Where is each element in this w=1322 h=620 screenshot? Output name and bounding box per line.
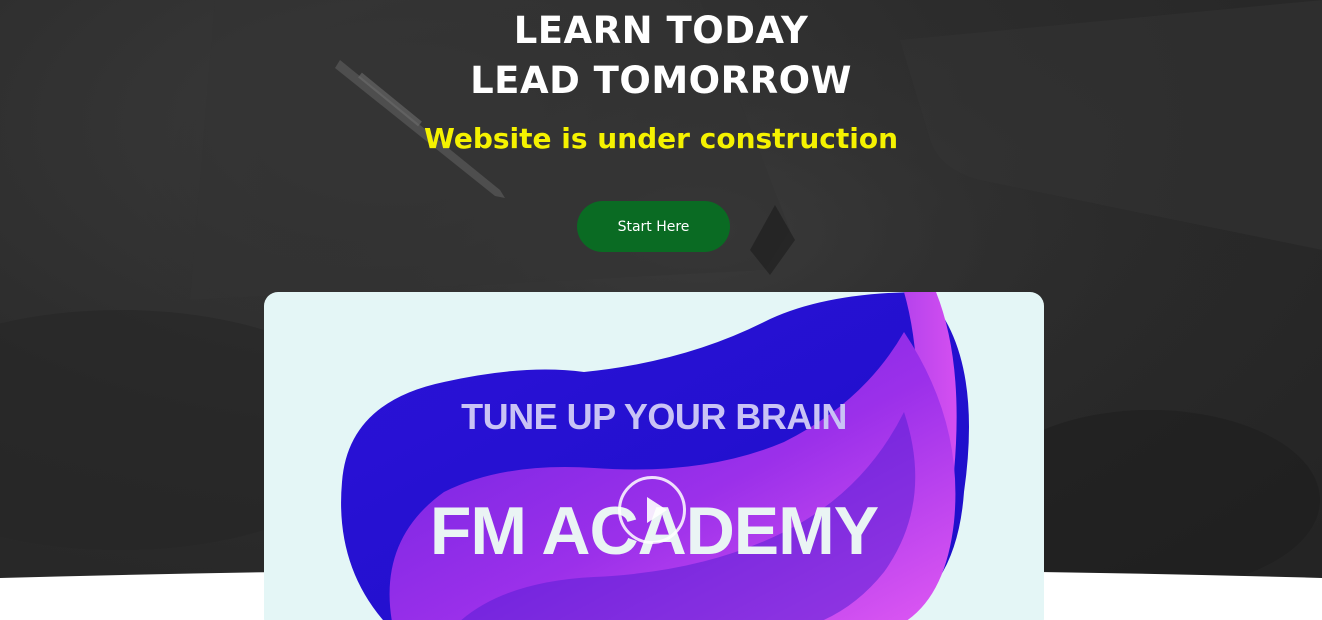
video-tagline: TUNE UP YOUR BRAIN [461, 396, 847, 437]
video-thumbnail-art [341, 292, 969, 620]
hero-section: LEARN TODAY LEAD TOMORROW Website is und… [0, 0, 1322, 620]
intro-video[interactable]: TUNE UP YOUR BRAIN FM ACADEMY [264, 292, 1044, 620]
play-triangle-icon [647, 497, 667, 523]
play-icon[interactable] [618, 476, 686, 544]
